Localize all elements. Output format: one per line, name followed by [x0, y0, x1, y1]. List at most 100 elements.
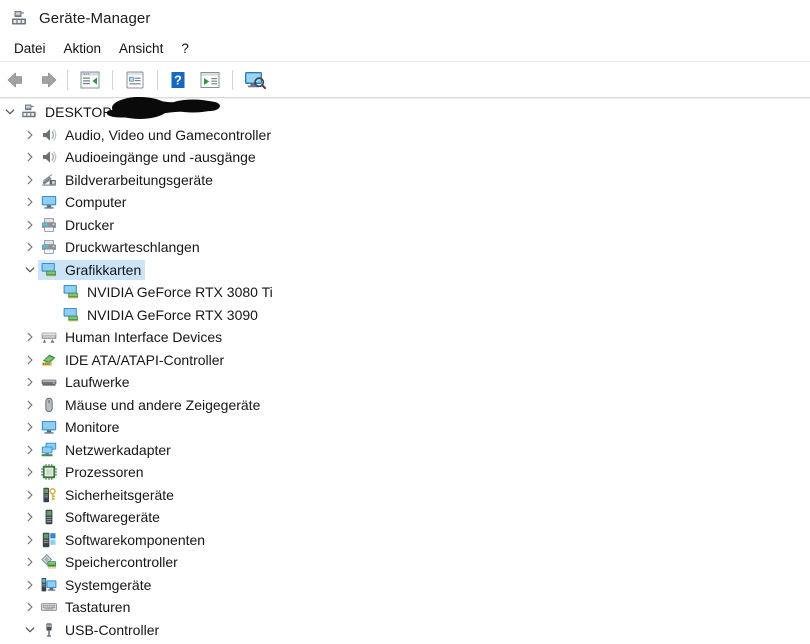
- tree-row[interactable]: Computer: [0, 191, 810, 214]
- toolbar-divider-highlight: [0, 98, 810, 99]
- chevron-down-icon[interactable]: [2, 104, 18, 120]
- tree-row[interactable]: DESKTOP-: [0, 101, 810, 124]
- tree-item[interactable]: Audioeingänge und -ausgänge: [38, 147, 260, 167]
- menu-ansicht[interactable]: Ansicht: [110, 39, 172, 58]
- tree-item[interactable]: Netzwerkadapter: [38, 440, 175, 460]
- tree-item[interactable]: Drucker: [38, 215, 118, 235]
- tree-row[interactable]: Softwarekomponenten: [0, 529, 810, 552]
- tree-item[interactable]: DESKTOP-: [18, 102, 120, 122]
- tree-row[interactable]: IDE ATA/ATAPI-Controller: [0, 349, 810, 372]
- tree-item[interactable]: Tastaturen: [38, 597, 134, 617]
- chevron-right-icon[interactable]: [22, 329, 38, 345]
- chevron-right-icon[interactable]: [22, 374, 38, 390]
- back-button[interactable]: [2, 66, 32, 94]
- chevron-right-icon[interactable]: [22, 149, 38, 165]
- show-hide-console-tree-button[interactable]: [73, 66, 107, 94]
- chevron-right-icon[interactable]: [22, 487, 38, 503]
- tree-item-label: Computer: [65, 194, 127, 211]
- tree-item-label: NVIDIA GeForce RTX 3080 Ti: [87, 284, 273, 301]
- tree-row[interactable]: Prozessoren: [0, 461, 810, 484]
- chevron-right-icon[interactable]: [22, 194, 38, 210]
- tree-row[interactable]: Monitore: [0, 416, 810, 439]
- chevron-right-icon[interactable]: [22, 239, 38, 255]
- chevron-down-icon[interactable]: [22, 262, 38, 278]
- tree-row[interactable]: Drucker: [0, 214, 810, 237]
- chevron-right-icon[interactable]: [22, 599, 38, 615]
- system-device-icon: [40, 576, 58, 594]
- display-adapter-icon: [62, 306, 80, 324]
- tree-row[interactable]: Audio, Video und Gamecontroller: [0, 124, 810, 147]
- tree-item[interactable]: Monitore: [38, 417, 123, 437]
- tree-row[interactable]: NVIDIA GeForce RTX 3090: [0, 304, 810, 327]
- tree-item-label: Audioeingänge und -ausgänge: [65, 149, 256, 166]
- menu-help[interactable]: ?: [172, 39, 198, 58]
- chevron-right-icon[interactable]: [22, 532, 38, 548]
- chevron-down-icon[interactable]: [22, 622, 38, 638]
- chevron-right-icon[interactable]: [22, 419, 38, 435]
- tree-row[interactable]: Laufwerke: [0, 371, 810, 394]
- tree-item-label: DESKTOP-: [45, 104, 117, 121]
- tree-row[interactable]: Audioeingänge und -ausgänge: [0, 146, 810, 169]
- tree-row[interactable]: Sicherheitsgeräte: [0, 484, 810, 507]
- hid-icon: [40, 328, 58, 346]
- help-button[interactable]: ?: [163, 66, 193, 94]
- chevron-right-icon[interactable]: [22, 464, 38, 480]
- monitor-icon: [40, 193, 58, 211]
- chevron-right-icon[interactable]: [22, 577, 38, 593]
- tree-item[interactable]: Human Interface Devices: [38, 327, 226, 347]
- tree-item[interactable]: Laufwerke: [38, 372, 134, 392]
- tree-item[interactable]: Prozessoren: [38, 462, 148, 482]
- chevron-right-icon[interactable]: [22, 127, 38, 143]
- chevron-right-icon[interactable]: [22, 509, 38, 525]
- tree-row[interactable]: Speichercontroller: [0, 551, 810, 574]
- chevron-right-icon[interactable]: [22, 172, 38, 188]
- tree-item[interactable]: Grafikkarten: [38, 259, 146, 280]
- tree-row[interactable]: Netzwerkadapter: [0, 439, 810, 462]
- tree-item-label: Druckwarteschlangen: [65, 239, 200, 256]
- tree-item-label: Audio, Video und Gamecontroller: [65, 126, 271, 143]
- tree-row[interactable]: USB-Controller: [0, 619, 810, 642]
- tree-item[interactable]: Speichercontroller: [38, 552, 182, 572]
- tree-row[interactable]: Bildverarbeitungsgeräte: [0, 169, 810, 192]
- tree-item[interactable]: Druckwarteschlangen: [38, 237, 204, 257]
- tree-item[interactable]: NVIDIA GeForce RTX 3090: [60, 305, 262, 325]
- forward-button[interactable]: [32, 66, 62, 94]
- toolbar: ?: [0, 62, 810, 97]
- disk-drive-icon: [40, 373, 58, 391]
- tree-row[interactable]: Grafikkarten: [0, 259, 810, 282]
- show-hidden-devices-button[interactable]: [238, 66, 272, 94]
- software-device-icon: [40, 508, 58, 526]
- chevron-right-icon[interactable]: [22, 217, 38, 233]
- properties-button[interactable]: [118, 66, 152, 94]
- chevron-right-icon[interactable]: [22, 554, 38, 570]
- chevron-right-icon[interactable]: [22, 397, 38, 413]
- chevron-right-icon[interactable]: [22, 442, 38, 458]
- tree-row[interactable]: Tastaturen: [0, 596, 810, 619]
- tree-row[interactable]: Softwaregeräte: [0, 506, 810, 529]
- menu-aktion[interactable]: Aktion: [55, 39, 111, 58]
- tree-row[interactable]: Mäuse und andere Zeigegeräte: [0, 394, 810, 417]
- tree-item[interactable]: Computer: [38, 192, 130, 212]
- tree-item-label: Tastaturen: [65, 599, 131, 616]
- menu-datei[interactable]: Datei: [5, 39, 55, 58]
- chevron-right-icon[interactable]: [22, 352, 38, 368]
- tree-item[interactable]: Bildverarbeitungsgeräte: [38, 170, 217, 190]
- scan-hardware-changes-button[interactable]: [193, 66, 227, 94]
- tree-item-label: Monitore: [65, 419, 120, 436]
- tree-item[interactable]: Sicherheitsgeräte: [38, 485, 178, 505]
- tree-row[interactable]: Systemgeräte: [0, 574, 810, 597]
- tree-item[interactable]: Softwarekomponenten: [38, 530, 209, 550]
- tree-item[interactable]: Softwaregeräte: [38, 507, 164, 527]
- menu-bar: Datei Aktion Ansicht ?: [0, 36, 810, 61]
- monitor-icon: [40, 418, 58, 436]
- tree-row[interactable]: Druckwarteschlangen: [0, 236, 810, 259]
- tree-item[interactable]: IDE ATA/ATAPI-Controller: [38, 350, 228, 370]
- tree-item[interactable]: Mäuse und andere Zeigegeräte: [38, 395, 264, 415]
- tree-item[interactable]: USB-Controller: [38, 620, 163, 640]
- tree-item[interactable]: NVIDIA GeForce RTX 3080 Ti: [60, 282, 277, 302]
- tree-row[interactable]: NVIDIA GeForce RTX 3080 Ti: [0, 281, 810, 304]
- tree-item[interactable]: Audio, Video und Gamecontroller: [38, 125, 275, 145]
- tree-item[interactable]: Systemgeräte: [38, 575, 155, 595]
- tree-row[interactable]: Human Interface Devices: [0, 326, 810, 349]
- device-tree[interactable]: DESKTOP- Audio, Video und Gamecontroller A…: [0, 101, 810, 644]
